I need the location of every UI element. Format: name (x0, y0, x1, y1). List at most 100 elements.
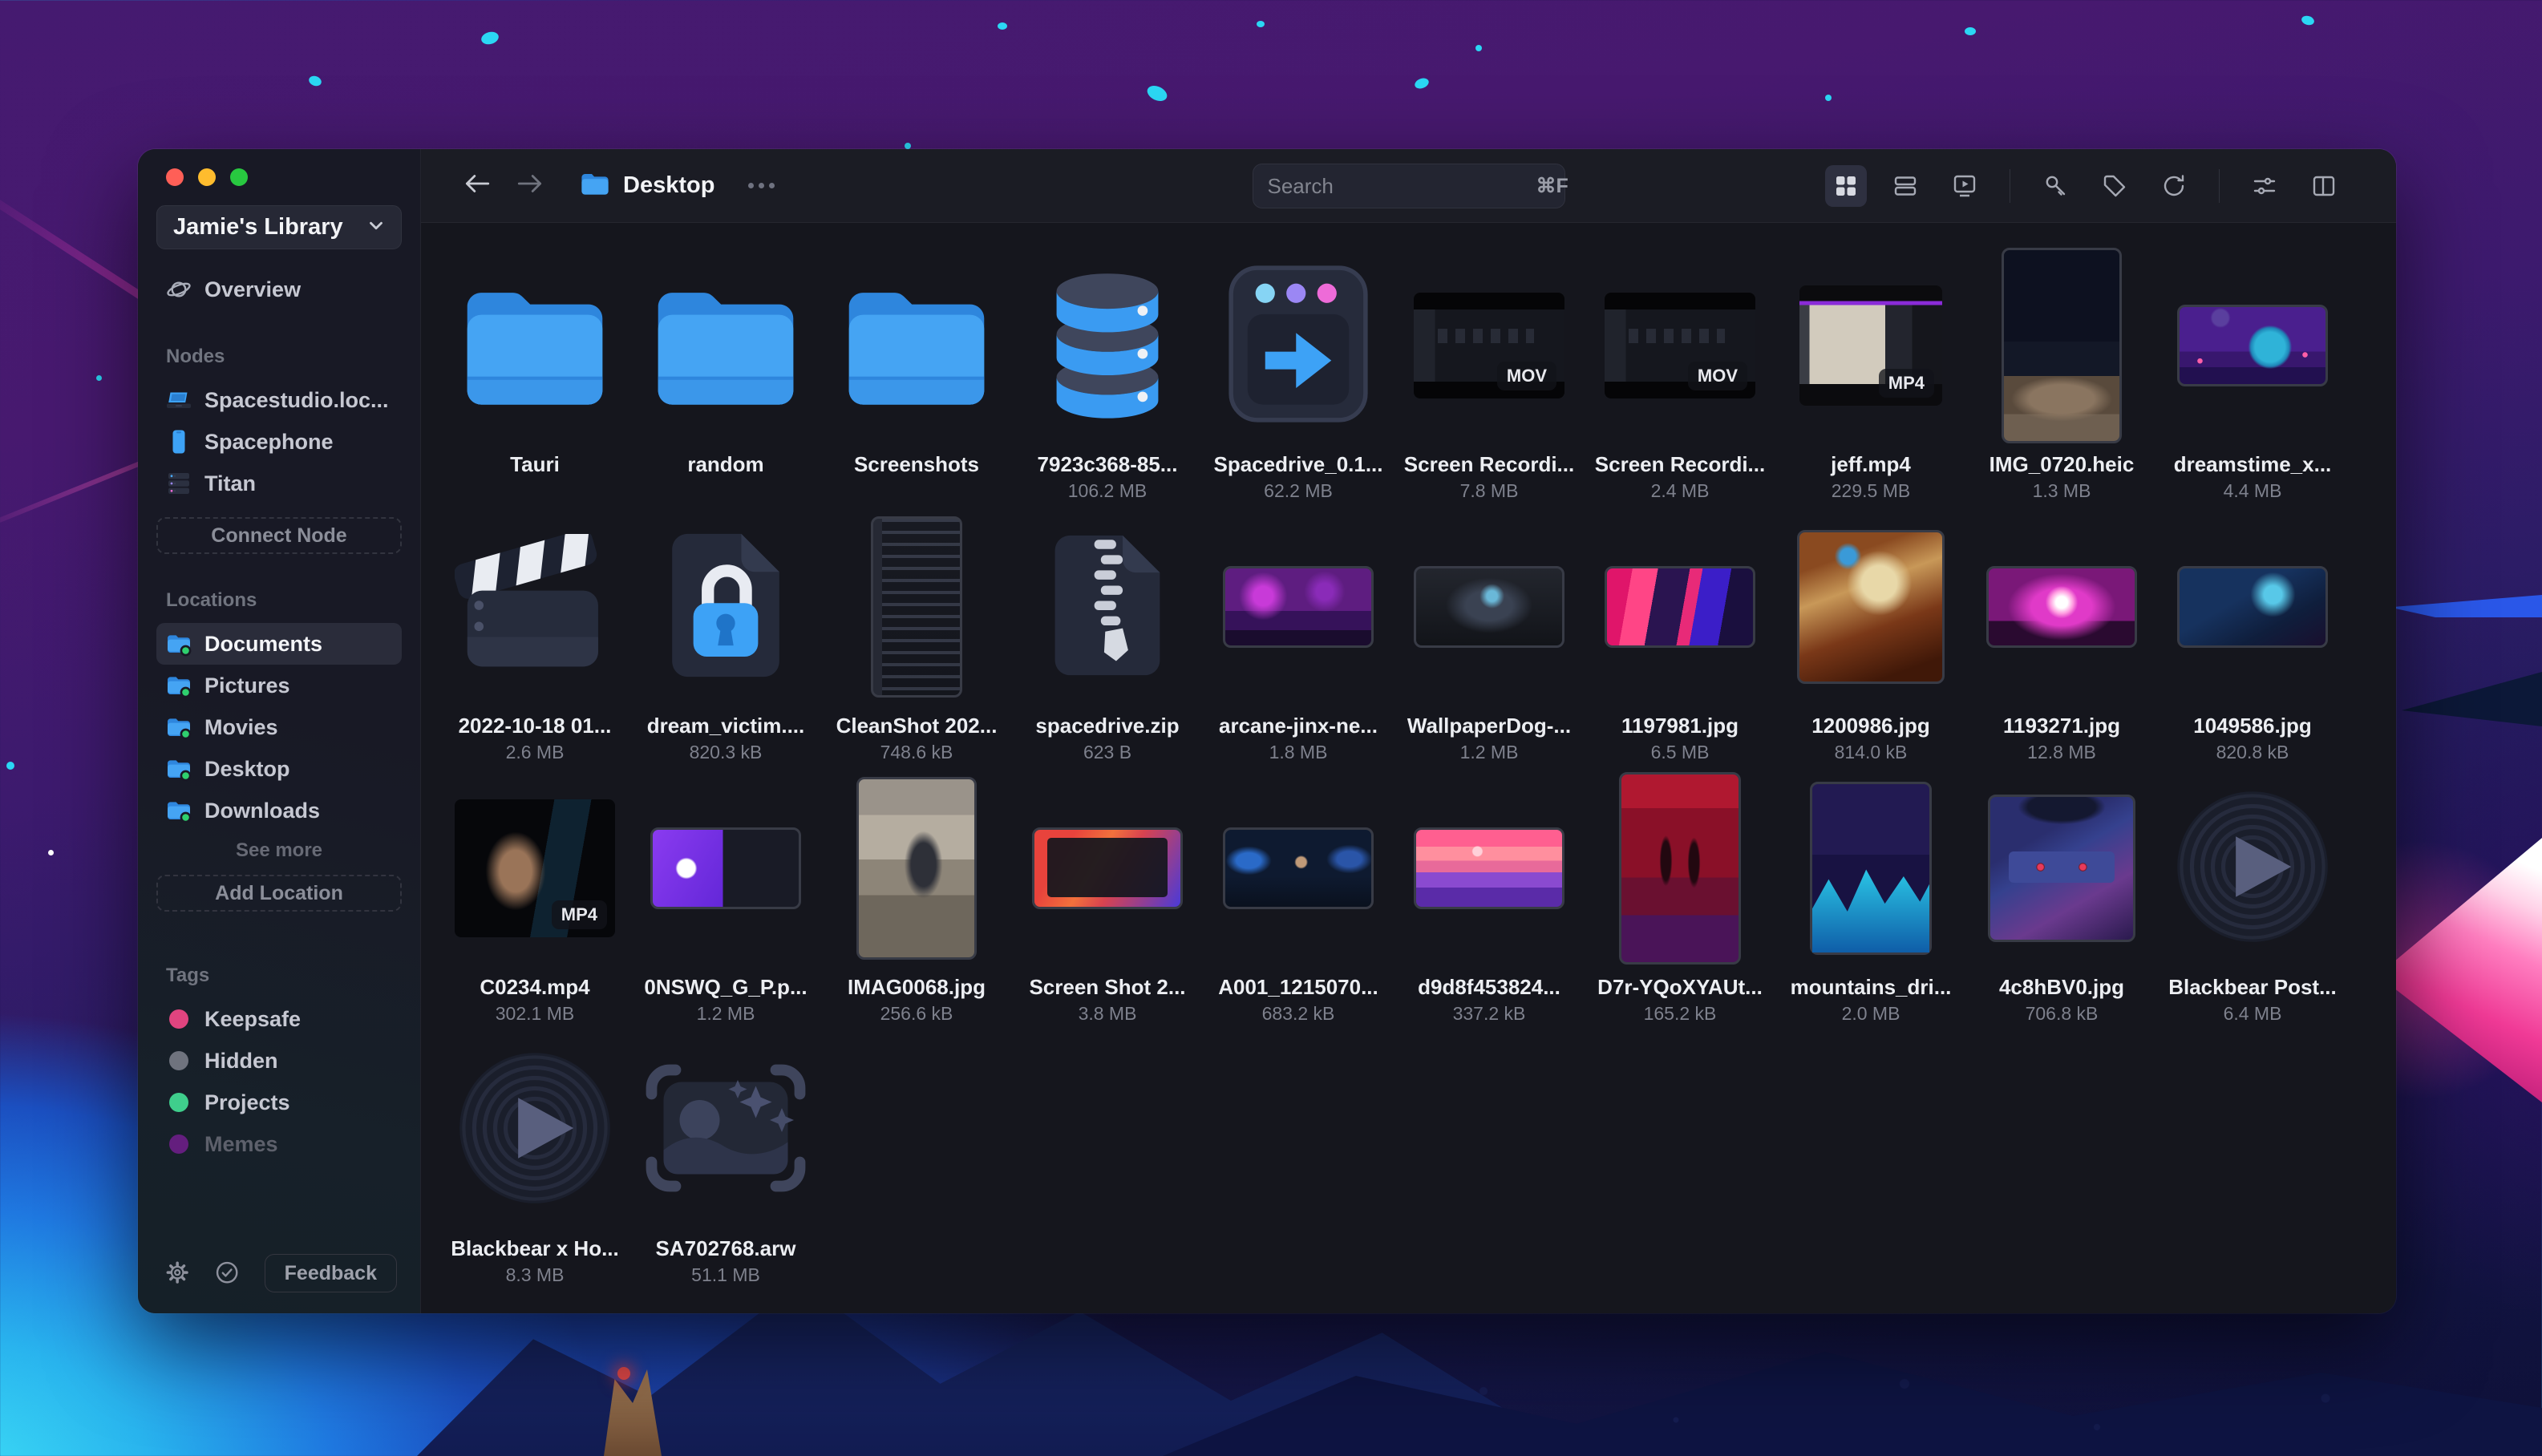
check-circle-icon[interactable] (214, 1260, 240, 1287)
sidebar-item-label: Movies (204, 714, 278, 739)
file-item[interactable]: dream_victim.... 820.3 kB (641, 507, 811, 763)
file-item[interactable]: Screenshots (832, 245, 1002, 502)
sidebar-tag-projects[interactable]: Projects (156, 1082, 402, 1123)
sidebar-item-label: Spacephone (204, 429, 334, 454)
grid-view-icon[interactable] (1825, 164, 1867, 207)
file-thumbnail (650, 827, 801, 909)
sidebar-item-documents[interactable]: Documents (156, 623, 402, 665)
current-folder-title: Desktop (623, 172, 715, 198)
sidebar-tag-hidden[interactable]: Hidden (156, 1040, 402, 1082)
file-item[interactable]: Spacedrive_0.1... 62.2 MB (1213, 245, 1383, 502)
file-item[interactable]: 1049586.jpg 820.8 kB (2168, 507, 2338, 763)
sidebar-panel-icon[interactable] (2303, 165, 2345, 207)
file-item[interactable]: MP4 jeff.mp4 229.5 MB (1786, 245, 1956, 502)
file-item[interactable]: 1200986.jpg 814.0 kB (1786, 507, 1956, 763)
back-arrow-icon[interactable] (463, 171, 492, 200)
sidebar-item-movies[interactable]: Movies (156, 706, 402, 748)
wallpaper-speckles (1339, 1312, 2542, 1456)
file-name: 1193271.jpg (2003, 714, 2120, 738)
file-item[interactable]: 1197981.jpg 6.5 MB (1595, 507, 1765, 763)
file-size: 62.2 MB (1264, 480, 1333, 501)
file-item[interactable]: dreamstime_x... 4.4 MB (2168, 245, 2338, 502)
feedback-button[interactable]: Feedback (264, 1254, 397, 1292)
file-item[interactable]: Blackbear x Ho... 8.3 MB (450, 1029, 620, 1286)
sidebar-tag-keepsafe[interactable]: Keepsafe (156, 998, 402, 1040)
file-thumbnail (646, 1064, 806, 1196)
file-item[interactable]: MP4 C0234.mp4 302.1 MB (450, 768, 620, 1025)
file-item[interactable]: WallpaperDog-... 1.2 MB (1404, 507, 1574, 763)
media-view-icon[interactable] (1944, 165, 1985, 207)
refresh-icon[interactable] (2153, 165, 2195, 207)
nodes-section-title: Nodes (166, 346, 225, 367)
file-item[interactable]: 0NSWQ_G_P.p... 1.2 MB (641, 768, 811, 1025)
file-name: Tauri (510, 452, 560, 476)
file-item[interactable]: mountains_dri... 2.0 MB (1786, 768, 1956, 1025)
file-name: d9d8f453824... (1418, 975, 1560, 999)
file-thumbnail (1414, 566, 1564, 648)
key-icon[interactable] (2034, 165, 2076, 207)
file-item[interactable]: D7r-YQoXYAUt... 165.2 kB (1595, 768, 1765, 1025)
file-item[interactable]: Tauri (450, 245, 620, 502)
file-thumbnail (460, 283, 609, 409)
connect-node-button[interactable]: Connect Node (156, 517, 402, 554)
file-item[interactable]: 2022-10-18 01... 2.6 MB (450, 507, 620, 763)
file-size: 7.8 MB (1459, 480, 1519, 501)
sidebar-node-server[interactable]: Titan (156, 463, 402, 504)
tag-color-dot (169, 1009, 188, 1029)
file-type-badge: MOV (1687, 362, 1747, 390)
sidebar-item-overview[interactable]: Overview (156, 269, 402, 310)
file-item[interactable]: IMG_0720.heic 1.3 MB (1977, 245, 2147, 502)
planet-icon (166, 277, 192, 302)
file-name: mountains_dri... (1790, 975, 1952, 999)
file-thumbnail (856, 777, 977, 960)
file-item[interactable]: Blackbear Post... 6.4 MB (2168, 768, 2338, 1025)
file-item[interactable]: SA702768.arw 51.1 MB (641, 1029, 811, 1286)
file-thumbnail (454, 527, 615, 681)
file-item[interactable]: IMAG0068.jpg 256.6 kB (832, 768, 1002, 1025)
ellipsis-icon[interactable] (748, 183, 775, 188)
file-item[interactable]: CleanShot 202... 748.6 kB (832, 507, 1002, 763)
tag-icon[interactable] (2094, 165, 2135, 207)
list-view-icon[interactable] (1884, 165, 1926, 207)
file-item[interactable]: d9d8f453824... 337.2 kB (1404, 768, 1574, 1025)
sidebar-tag-memes[interactable]: Memes (156, 1123, 402, 1165)
close-button[interactable] (166, 168, 184, 186)
forward-arrow-icon[interactable] (516, 171, 544, 200)
file-item[interactable]: Screen Shot 2... 3.8 MB (1022, 768, 1192, 1025)
file-item[interactable]: A001_1215070... 683.2 kB (1213, 768, 1383, 1025)
file-name: Blackbear x Ho... (451, 1236, 619, 1260)
sidebar-node-phone[interactable]: Spacephone (156, 421, 402, 463)
file-size: 106.2 MB (1067, 480, 1148, 501)
file-item[interactable]: 7923c368-85... 106.2 MB (1022, 245, 1192, 502)
file-size: 1.8 MB (1269, 742, 1328, 762)
file-item[interactable]: random (641, 245, 811, 502)
file-item[interactable]: spacedrive.zip 623 B (1022, 507, 1192, 763)
sidebar-item-label: Titan (204, 471, 257, 495)
minimize-button[interactable] (198, 168, 216, 186)
file-name: Spacedrive_0.1... (1213, 452, 1383, 476)
chevron-down-icon (366, 215, 387, 240)
sidebar-item-desktop[interactable]: Desktop (156, 748, 402, 790)
file-name: Screen Recordi... (1594, 452, 1766, 476)
search-box[interactable]: ⌘F (1252, 164, 1569, 208)
file-item[interactable]: arcane-jinx-ne... 1.8 MB (1213, 507, 1383, 763)
file-item[interactable]: 4c8hBV0.jpg 706.8 kB (1977, 768, 2147, 1025)
add-location-button[interactable]: Add Location (156, 875, 402, 912)
file-item[interactable]: MOV Screen Recordi... 2.4 MB (1595, 245, 1765, 502)
sidebar-item-pictures[interactable]: Pictures (156, 665, 402, 706)
file-item[interactable]: MOV Screen Recordi... 7.8 MB (1404, 245, 1574, 502)
zoom-button[interactable] (230, 168, 248, 186)
sidebar-node-laptop[interactable]: Spacestudio.loc... (156, 379, 402, 421)
gear-icon[interactable] (164, 1260, 190, 1287)
file-item[interactable]: 1193271.jpg 12.8 MB (1977, 507, 2147, 763)
file-name: arcane-jinx-ne... (1219, 714, 1378, 738)
file-thumbnail (1810, 782, 1932, 955)
filters-icon[interactable] (2244, 165, 2285, 207)
sidebar-item-downloads[interactable]: Downloads (156, 790, 402, 831)
file-name: IMG_0720.heic (1989, 452, 2135, 476)
file-grid: Tauri random Screenshots 7923c368-85... … (450, 245, 2396, 1286)
library-switcher[interactable]: Jamie's Library (156, 205, 402, 249)
search-input[interactable] (1267, 173, 1536, 199)
see-more-link[interactable]: See more (156, 831, 402, 862)
file-name: WallpaperDog-... (1407, 714, 1572, 738)
